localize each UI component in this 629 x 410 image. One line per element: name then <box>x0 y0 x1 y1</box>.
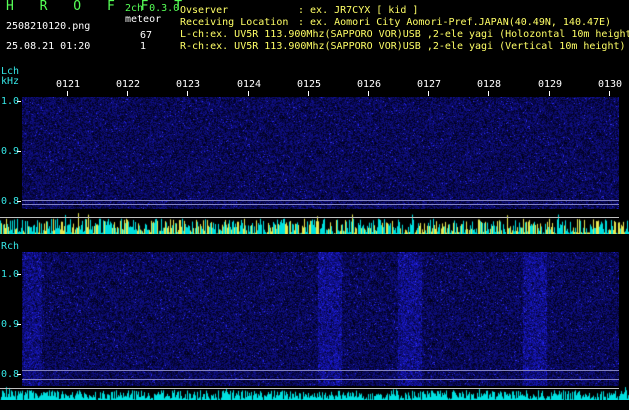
time-tick-label: 0123 <box>176 79 201 90</box>
lch-meteor-count: 67 <box>140 30 153 41</box>
rch-description: R-ch:ex. UV5R 113.900Mhz(SAPPORO VOR)USB… <box>180 41 626 52</box>
time-tick-mark <box>187 91 188 96</box>
rch-spectrogram <box>22 252 619 398</box>
reference-line <box>22 379 619 380</box>
time-tick-label: 0127 <box>417 79 442 90</box>
time-tick-label: 0124 <box>237 79 262 90</box>
time-tick-label: 0126 <box>357 79 382 90</box>
time-tick-mark <box>127 91 128 96</box>
reference-line <box>0 217 619 218</box>
filename-label: 2508210120.png <box>6 21 91 32</box>
frequency-tick-mark <box>17 374 21 375</box>
lch-level-waveform <box>0 212 629 234</box>
reference-line <box>22 370 619 371</box>
observer-value: : ex. JR7CYX [ kid ] <box>298 5 419 16</box>
time-tick-label: 0128 <box>477 79 502 90</box>
time-tick-mark <box>368 91 369 96</box>
lch-spectrogram <box>22 97 619 209</box>
observer-label: Ovserver <box>180 5 229 16</box>
frequency-tick-mark <box>17 151 21 152</box>
time-tick-mark <box>308 91 309 96</box>
frequency-tick-mark <box>17 274 21 275</box>
time-tick-label: 0122 <box>116 79 141 90</box>
time-tick-label: 0130 <box>598 79 623 90</box>
time-tick-mark <box>488 91 489 96</box>
time-tick-label: 0129 <box>538 79 563 90</box>
time-tick-label: 0125 <box>297 79 322 90</box>
location-label: Receiving Location <box>180 17 289 28</box>
time-tick-mark <box>549 91 550 96</box>
mode-label: 2ch 0.3.0 <box>125 3 180 14</box>
frequency-tick-mark <box>17 324 21 325</box>
time-tick-mark <box>248 91 249 96</box>
time-tick-mark <box>67 91 68 96</box>
location-value: : ex. Aomori City Aomori-Pref.JAPAN(40.4… <box>298 17 612 28</box>
meteor-label: meteor <box>125 14 162 25</box>
reference-line <box>0 388 619 389</box>
frequency-tick-mark <box>17 101 21 102</box>
time-tick-mark <box>609 91 610 96</box>
lch-description: L-ch:ex. UV5R 113.900Mhz(SAPPORO VOR)USB… <box>180 29 629 40</box>
reference-line <box>22 204 619 205</box>
rch-meteor-count: 1 <box>140 41 147 52</box>
time-tick-label: 0121 <box>56 79 81 90</box>
rch-label: Rch <box>1 241 20 252</box>
reference-line <box>22 200 619 201</box>
time-tick-mark <box>428 91 429 96</box>
frequency-tick-mark <box>17 201 21 202</box>
khz-label: kHz <box>1 76 20 87</box>
datetime-label: 25.08.21 01:20 <box>6 41 91 52</box>
